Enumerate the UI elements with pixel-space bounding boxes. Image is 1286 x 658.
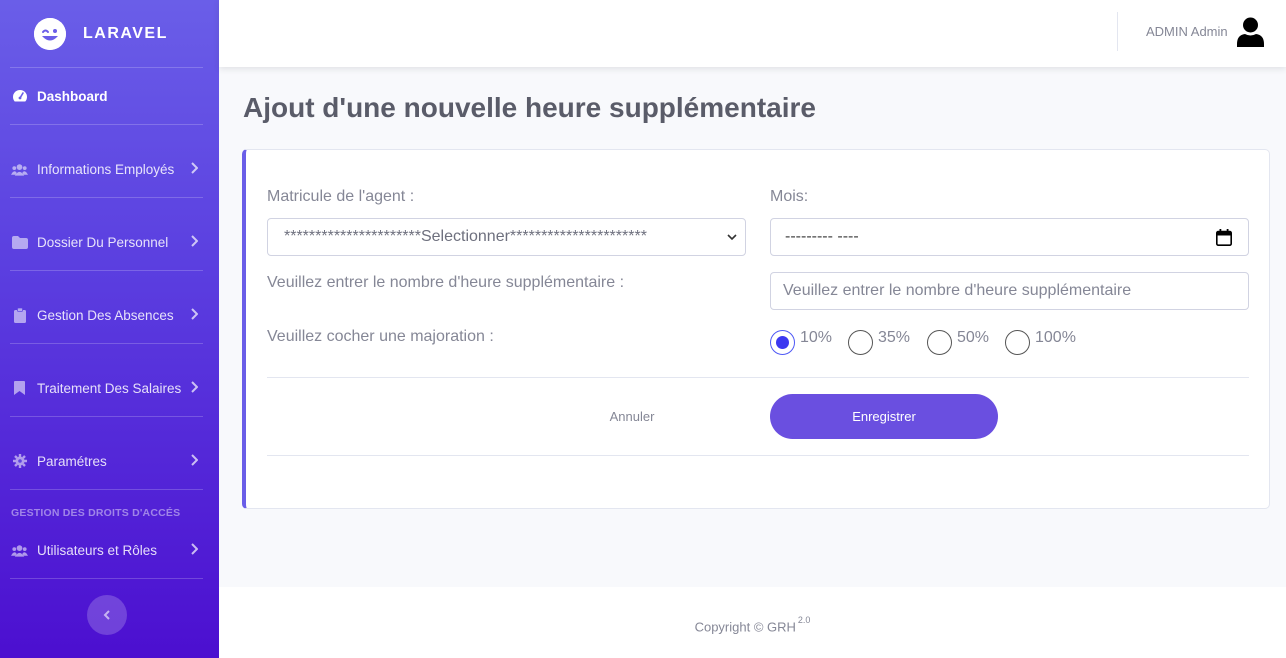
sidebar-item-label: Utilisateurs et Rôles: [37, 542, 158, 558]
sidebar: LARAVEL Dashboard Informations Employés …: [0, 0, 219, 658]
agent-select-value: **********************Selectionner******…: [284, 228, 647, 245]
save-button[interactable]: Enregistrer: [770, 394, 998, 439]
sidebar-divider: [10, 197, 203, 198]
user-name[interactable]: ADMIN Admin: [1146, 24, 1228, 39]
sidebar-item-traitement-salaires[interactable]: Traitement Des Salaires: [0, 368, 219, 408]
month-value: --------- ----: [785, 228, 859, 245]
brand-link[interactable]: LARAVEL: [0, 0, 219, 67]
chevron-right-icon: [191, 543, 198, 555]
sidebar-item-label: Dossier Du Personnel: [37, 234, 169, 250]
sidebar-item-dossier-personnel[interactable]: Dossier Du Personnel: [0, 222, 219, 262]
sidebar-heading: Gestion des droits d'accés: [11, 507, 181, 519]
form-divider: [267, 377, 1249, 378]
folder-icon: [11, 235, 28, 249]
sidebar-divider: [10, 270, 203, 271]
topbar: ADMIN Admin: [219, 0, 1286, 67]
sidebar-item-label: Informations Employés: [37, 161, 175, 177]
sidebar-divider: [10, 124, 203, 125]
chevron-down-icon: [727, 234, 737, 241]
footer: Copyright © GRH 2.0: [219, 587, 1286, 658]
laugh-wink-icon: [34, 17, 66, 50]
majoration-radio-10[interactable]: [770, 330, 795, 355]
majoration-option-label: 10%: [800, 329, 833, 346]
chevron-right-icon: [191, 308, 198, 320]
sidebar-item-informations-employes[interactable]: Informations Employés: [0, 149, 219, 189]
chevron-left-icon: [103, 610, 110, 620]
hours-label: Veuillez entrer le nombre d'heure supplé…: [267, 274, 625, 291]
agent-label: Matricule de l'agent :: [267, 188, 415, 205]
sidebar-toggle-button[interactable]: [87, 595, 127, 635]
sidebar-divider: [10, 416, 203, 417]
chevron-right-icon: [191, 381, 198, 393]
calendar-icon[interactable]: [1216, 229, 1232, 246]
sidebar-item-label: Paramétres: [37, 453, 107, 469]
bookmark-icon: [11, 381, 28, 395]
majoration-radio-35[interactable]: [848, 330, 873, 355]
majoration-option-label: 50%: [957, 329, 990, 346]
users-icon: [11, 162, 28, 176]
sidebar-item-label: Dashboard: [37, 88, 108, 104]
month-label: Mois:: [770, 188, 809, 205]
majoration-option-label: 35%: [878, 329, 911, 346]
sidebar-divider: [10, 489, 203, 490]
majoration-radio-50[interactable]: [927, 330, 952, 355]
brand-name: LARAVEL: [83, 24, 168, 42]
chevron-right-icon: [191, 162, 198, 174]
month-input[interactable]: --------- ----: [770, 218, 1249, 256]
page-title: Ajout d'une nouvelle heure supplémentair…: [243, 92, 816, 123]
tachometer-icon: [11, 89, 28, 103]
majoration-option-label: 100%: [1035, 329, 1076, 346]
version-label: 2.0: [797, 615, 811, 625]
sidebar-item-label: Traitement Des Salaires: [37, 380, 182, 396]
topbar-divider: [1117, 12, 1118, 51]
clipboard-icon: [11, 307, 28, 323]
majoration-radio-100[interactable]: [1005, 330, 1030, 355]
sidebar-divider: [10, 343, 203, 344]
majoration-label: Veuillez cocher une majoration :: [267, 328, 494, 345]
sidebar-item-gestion-absences[interactable]: Gestion Des Absences: [0, 295, 219, 335]
cog-icon: [11, 454, 28, 468]
form-divider: [267, 455, 1249, 456]
copyright-text: Copyright © GRH 2.0: [219, 615, 1286, 635]
users-icon: [11, 543, 28, 557]
sidebar-item-utilisateurs-roles[interactable]: Utilisateurs et Rôles: [0, 530, 219, 570]
hours-input[interactable]: [770, 272, 1249, 310]
sidebar-item-label: Gestion Des Absences: [37, 307, 174, 323]
sidebar-item-parametres[interactable]: Paramétres: [0, 441, 219, 481]
copyright-label: Copyright © GRH: [694, 619, 796, 635]
agent-select[interactable]: **********************Selectionner******…: [267, 218, 746, 256]
user-icon[interactable]: [1237, 17, 1264, 47]
chevron-right-icon: [191, 454, 198, 466]
sidebar-divider: [10, 67, 203, 68]
cancel-button[interactable]: Annuler: [582, 398, 682, 434]
sidebar-item-dashboard[interactable]: Dashboard: [0, 76, 219, 116]
sidebar-divider: [10, 578, 203, 579]
chevron-right-icon: [191, 235, 198, 247]
